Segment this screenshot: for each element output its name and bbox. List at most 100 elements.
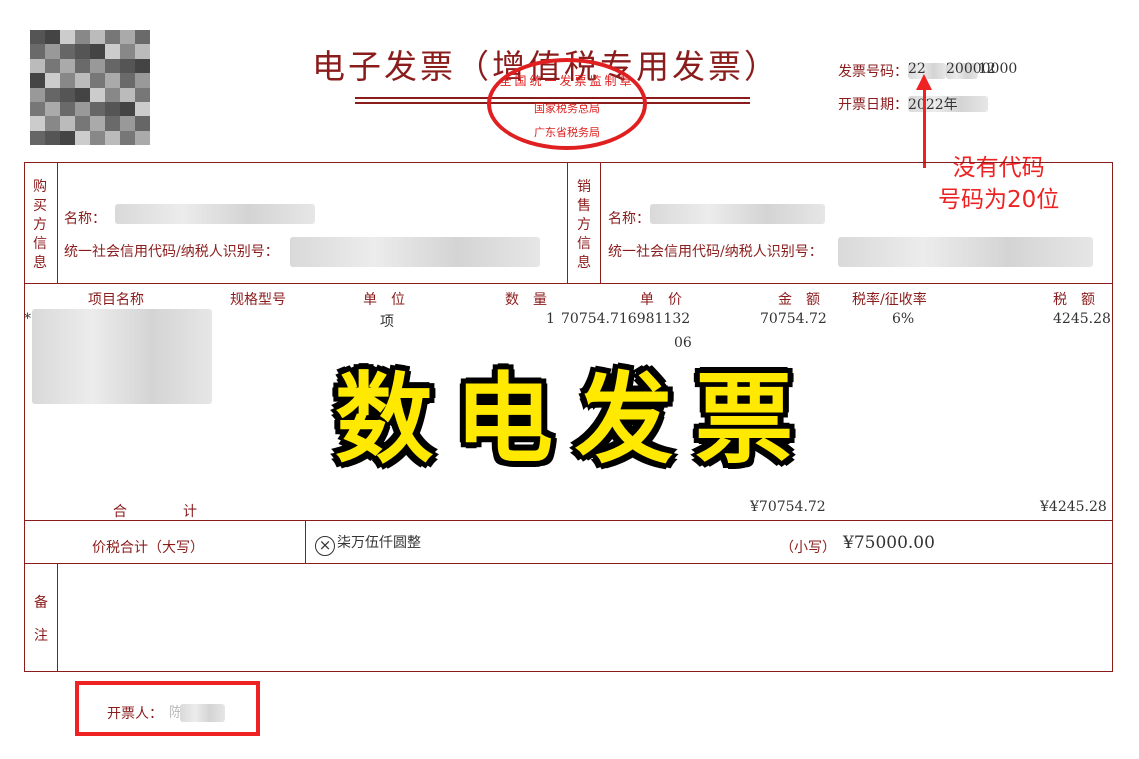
qr-cell: [45, 44, 60, 59]
qr-cell: [105, 116, 120, 131]
arrow-shaft: [923, 88, 926, 168]
grand-total-small-amount: ¥75000.00: [843, 533, 935, 553]
qr-cell: [75, 73, 90, 88]
qr-cell: [45, 87, 60, 102]
qr-cell: [120, 101, 135, 117]
qr-cell: [105, 101, 120, 117]
qr-cell: [45, 130, 60, 145]
issue-date-value: 2022年: [908, 97, 958, 113]
qr-cell: [135, 30, 150, 45]
item-quantity: 1: [546, 311, 555, 327]
qr-cell: [60, 30, 75, 45]
qr-cell: [90, 116, 105, 131]
total-tax: ¥4245.28: [1040, 499, 1107, 515]
qr-cell: [45, 101, 60, 117]
qr-cell: [135, 44, 150, 59]
remarks-label-1: 备: [34, 595, 48, 611]
seller-tax-id-redaction: [838, 237, 1093, 267]
grand-total-chinese: × 柒万伍仟圆整: [315, 532, 421, 556]
buyer-side-char: 买: [33, 198, 47, 214]
qr-cell: [90, 44, 105, 59]
grand-total-bottom-line: [24, 563, 1113, 564]
qr-cell: [75, 58, 90, 74]
total-amount: ¥70754.72: [750, 499, 826, 515]
seal-middle-text: 国家税务总局: [534, 102, 600, 115]
overlay-headline: 数电发票: [335, 363, 816, 477]
seller-tax-id-label: 统一社会信用代码/纳税人识别号：: [608, 244, 823, 260]
qr-cell: [105, 44, 120, 59]
seller-side-char: 方: [577, 217, 591, 233]
seller-side-char: 信: [577, 236, 591, 252]
qr-cell: [135, 87, 150, 102]
grand-total-label: 价税合计（大写）: [92, 540, 204, 556]
seller-label-divider: [600, 162, 601, 283]
grand-total-divider: [305, 520, 306, 563]
qr-cell: [45, 116, 60, 131]
issue-date: 开票日期： 2022年: [838, 94, 988, 114]
buyer-side-char: 购: [33, 179, 47, 195]
qr-code: [30, 30, 150, 145]
seller-side-label: 销 售 方 信 息: [574, 178, 594, 273]
qr-cell: [135, 58, 150, 74]
qr-cell: [75, 116, 90, 131]
col-item-name: 项目名称: [88, 292, 144, 308]
qr-cell: [60, 130, 75, 145]
invoice-number: 发票号码： 22 20000000 12: [838, 61, 1017, 81]
qr-cell: [45, 73, 60, 88]
item-name-prefix: *: [24, 311, 31, 327]
seller-name-redaction: [650, 204, 825, 224]
issuer-highlight-box: [75, 681, 260, 736]
col-tax: 税 额: [1053, 292, 1095, 308]
qr-cell: [105, 73, 120, 88]
qr-cell: [75, 101, 90, 117]
qr-cell: [45, 58, 60, 74]
qr-cell: [30, 87, 45, 102]
buyer-tax-id-label: 统一社会信用代码/纳税人识别号：: [64, 244, 279, 260]
qr-cell: [105, 30, 120, 45]
qr-cell: [60, 116, 75, 131]
item-amount: 70754.72: [760, 311, 827, 327]
qr-cell: [30, 130, 45, 145]
seller-side-char: 售: [577, 198, 591, 214]
cross-circle-icon: ×: [315, 536, 335, 556]
grand-total-top-line: [24, 520, 1113, 521]
qr-cell: [30, 101, 45, 117]
qr-cell: [90, 30, 105, 45]
qr-cell: [105, 130, 120, 145]
qr-cell: [105, 87, 120, 102]
qr-cell: [75, 130, 90, 145]
seal-top-text: 全国统一发票监制章: [499, 74, 635, 88]
qr-cell: [120, 44, 135, 59]
grand-total-chinese-amount: 柒万伍仟圆整: [337, 535, 421, 551]
qr-cell: [30, 30, 45, 45]
official-seal: 全国统一发票监制章 国家税务总局 广东省税务局: [487, 58, 647, 150]
qr-cell: [45, 30, 60, 45]
qr-cell: [60, 101, 75, 117]
buyer-label-divider: [57, 162, 58, 283]
seller-side-char: 销: [577, 179, 591, 195]
qr-cell: [30, 58, 45, 74]
qr-cell: [60, 87, 75, 102]
qr-cell: [105, 58, 120, 74]
qr-cell: [90, 101, 105, 117]
qr-cell: [60, 73, 75, 88]
qr-cell: [135, 116, 150, 131]
grand-total-small-label: （小写）: [780, 540, 836, 556]
col-unit-price: 单 价: [640, 292, 682, 308]
qr-cell: [75, 87, 90, 102]
total-label: 合 计: [113, 504, 197, 520]
invoice-number-label: 发票号码：: [838, 64, 908, 80]
qr-cell: [120, 58, 135, 74]
col-unit: 单 位: [363, 292, 405, 308]
invoice-number-end: 12: [978, 61, 996, 77]
col-spec: 规格型号: [230, 292, 286, 308]
qr-cell: [75, 30, 90, 45]
qr-cell: [120, 130, 135, 145]
seal-bottom-text: 广东省税务局: [534, 126, 600, 139]
item-unit: 项: [380, 314, 394, 330]
item-unit-price: 70754.716981132: [561, 311, 691, 327]
qr-cell: [120, 87, 135, 102]
item-name-redaction: [32, 309, 212, 404]
qr-cell: [135, 130, 150, 145]
qr-cell: [30, 44, 45, 59]
